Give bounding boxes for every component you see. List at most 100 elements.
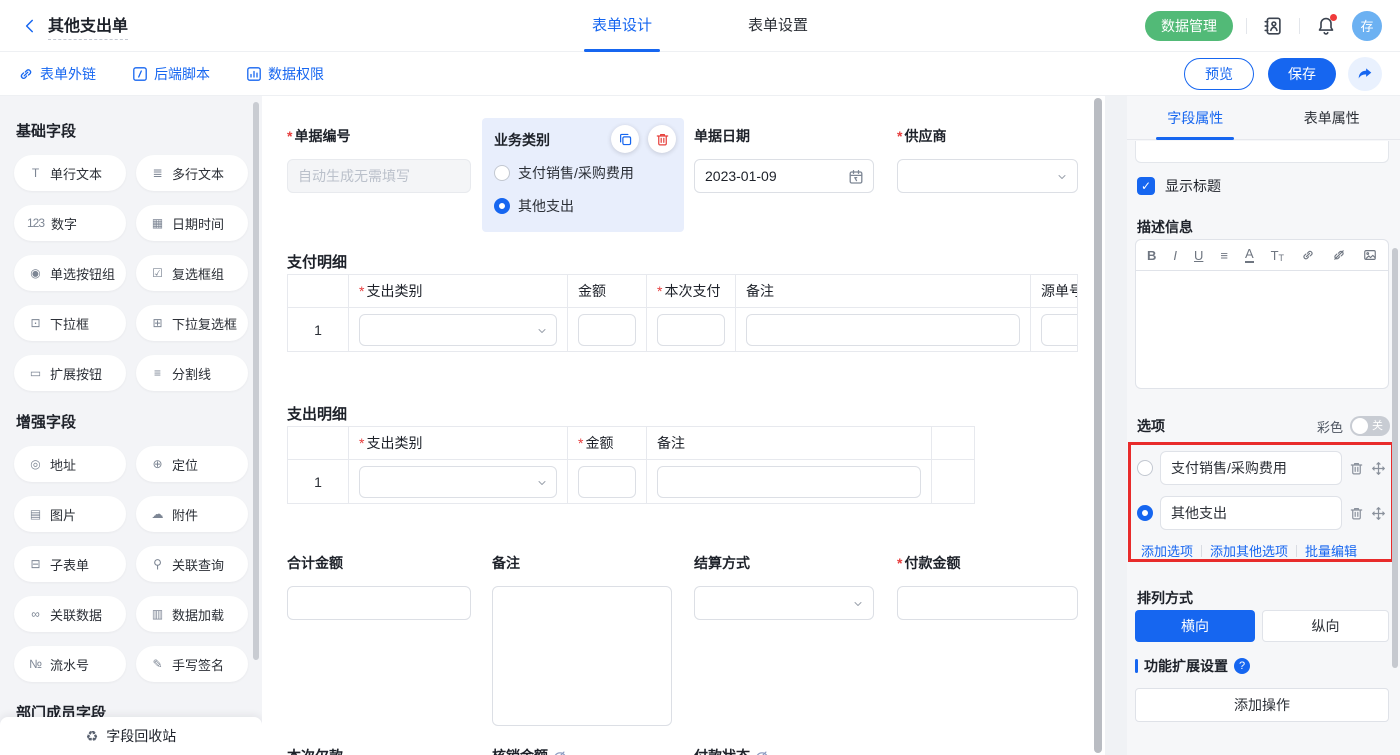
radio-unchecked-icon[interactable]	[494, 165, 510, 181]
remove-link-icon[interactable]	[1332, 248, 1346, 262]
expense-detail-table[interactable]: *支出类别 *金额 备注 1	[287, 426, 975, 504]
pay-now-input[interactable]	[657, 314, 725, 346]
delete-field-button[interactable]	[648, 125, 676, 153]
field-total-amount[interactable]: 合计金额	[287, 553, 471, 620]
field-recycle-bin-button[interactable]: ♻ 字段回收站	[0, 717, 262, 755]
font-color-icon[interactable]: A	[1245, 247, 1254, 263]
option-text-input[interactable]	[1160, 496, 1342, 530]
radio-unchecked-icon[interactable]	[1137, 460, 1153, 476]
canvas-scrollbar[interactable]	[1094, 98, 1102, 753]
field-settle-method[interactable]: 结算方式	[694, 553, 874, 620]
field-item-single-line-text[interactable]: T单行文本	[14, 155, 126, 191]
field-item-extend-button[interactable]: ▭扩展按钮	[14, 355, 126, 391]
add-action-button[interactable]: 添加操作	[1135, 688, 1389, 722]
tab-form-properties[interactable]: 表单属性	[1264, 96, 1400, 139]
pay-detail-table[interactable]: *支出类别 金额 *本次支付 备注 源单号 1	[287, 274, 1078, 352]
field-item-serial-number[interactable]: №流水号	[14, 646, 126, 682]
data-manage-button[interactable]: 数据管理	[1145, 11, 1233, 41]
backend-script-button[interactable]: 后端脚本	[132, 64, 210, 84]
user-avatar[interactable]: 存	[1352, 11, 1382, 41]
settle-method-select[interactable]	[694, 586, 874, 620]
add-option-link[interactable]: 添加选项	[1141, 541, 1193, 560]
field-item-multi-dropdown[interactable]: ⊞下拉复选框	[136, 305, 248, 341]
preview-button[interactable]: 预览	[1184, 58, 1254, 90]
field-pay-amount[interactable]: *付款金额	[897, 553, 1078, 620]
insert-link-icon[interactable]	[1301, 248, 1315, 262]
field-item-radio-group[interactable]: ◉单选按钮组	[14, 255, 126, 291]
save-button[interactable]: 保存	[1268, 58, 1336, 90]
copy-field-button[interactable]	[611, 125, 639, 153]
description-editor[interactable]: B I U ≡ A TT	[1135, 239, 1389, 389]
arrange-vertical-button[interactable]: 纵向	[1262, 610, 1389, 642]
expense-type-select[interactable]	[359, 466, 557, 498]
bold-icon[interactable]: B	[1147, 248, 1156, 263]
back-button[interactable]	[18, 14, 42, 38]
business-type-option-1[interactable]: 支付销售/采购费用	[494, 163, 672, 183]
field-remark[interactable]: 备注	[492, 553, 672, 731]
field-item-multi-line-text[interactable]: ≣多行文本	[136, 155, 248, 191]
color-toggle-switch[interactable]: 关	[1350, 416, 1390, 436]
arrange-horizontal-button[interactable]: 横向	[1135, 610, 1255, 642]
description-content-area[interactable]	[1135, 271, 1389, 389]
batch-edit-link[interactable]: 批量编辑	[1305, 541, 1357, 560]
page-title[interactable]: 其他支出单	[48, 12, 128, 40]
field-item-number[interactable]: 123数字	[14, 205, 126, 241]
share-button[interactable]	[1348, 57, 1382, 91]
external-link-button[interactable]: 表单外链	[18, 64, 96, 84]
amount-input[interactable]	[578, 314, 636, 346]
move-option-icon[interactable]	[1371, 506, 1386, 521]
delete-option-icon[interactable]	[1349, 461, 1364, 476]
field-item-data-load[interactable]: ▥数据加载	[136, 596, 248, 632]
field-item-address[interactable]: ◎地址	[14, 446, 126, 482]
field-bill-number[interactable]: *单据编号	[287, 126, 471, 193]
title-input-clipped[interactable]	[1135, 141, 1389, 163]
option-text-input[interactable]	[1160, 451, 1342, 485]
field-item-location[interactable]: ⊕定位	[136, 446, 248, 482]
address-book-icon[interactable]	[1260, 13, 1286, 39]
data-permission-button[interactable]: 数据权限	[246, 64, 324, 84]
add-other-option-link[interactable]: 添加其他选项	[1210, 541, 1288, 560]
bill-date-input[interactable]: 2023-01-09	[694, 159, 874, 193]
move-option-icon[interactable]	[1371, 461, 1386, 476]
field-item-datetime[interactable]: ▦日期时间	[136, 205, 248, 241]
remark-input[interactable]	[746, 314, 1020, 346]
checkbox-checked-icon[interactable]	[1137, 177, 1155, 195]
field-item-dropdown[interactable]: ⊡下拉框	[14, 305, 126, 341]
business-type-option-2[interactable]: 其他支出	[494, 196, 672, 216]
insert-image-icon[interactable]	[1363, 248, 1377, 262]
radio-checked-icon[interactable]	[494, 198, 510, 214]
notification-bell-icon[interactable]	[1313, 13, 1339, 39]
field-item-attachment[interactable]: ☁附件	[136, 496, 248, 532]
sidebar-scrollbar[interactable]	[253, 102, 259, 660]
font-size-icon[interactable]: TT	[1271, 248, 1284, 263]
remark-textarea[interactable]	[492, 586, 672, 726]
field-item-related-query[interactable]: ⚲关联查询	[136, 546, 248, 582]
field-item-signature[interactable]: ✎手写签名	[136, 646, 248, 682]
supplier-select[interactable]	[897, 159, 1078, 193]
field-business-type-selected[interactable]: 业务类别 支付销售/采购费用 其他支出	[482, 118, 684, 232]
field-item-image[interactable]: ▤图片	[14, 496, 126, 532]
bill-number-input[interactable]	[287, 159, 471, 193]
field-item-subform[interactable]: ⊟子表单	[14, 546, 126, 582]
tab-form-design[interactable]: 表单设计	[592, 0, 652, 52]
field-item-divider[interactable]: ≡分割线	[136, 355, 248, 391]
pay-amount-input[interactable]	[897, 586, 1078, 620]
italic-icon[interactable]: I	[1173, 248, 1177, 263]
form-design-canvas[interactable]: *单据编号 业务类别 支付销售/采购费用 其他支出 单据日期 2023-01-0…	[262, 96, 1105, 755]
underline-icon[interactable]: U	[1194, 248, 1203, 263]
field-item-checkbox-group[interactable]: ☑复选框组	[136, 255, 248, 291]
align-icon[interactable]: ≡	[1220, 248, 1228, 263]
field-supplier[interactable]: *供应商	[897, 126, 1078, 193]
field-item-related-data[interactable]: ∞关联数据	[14, 596, 126, 632]
field-bill-date[interactable]: 单据日期 2023-01-09	[694, 126, 874, 193]
tab-form-settings[interactable]: 表单设置	[748, 0, 808, 52]
remark-input[interactable]	[657, 466, 921, 498]
delete-option-icon[interactable]	[1349, 506, 1364, 521]
panel-scrollbar[interactable]	[1392, 248, 1398, 668]
total-amount-input[interactable]	[287, 586, 471, 620]
help-icon[interactable]: ?	[1234, 658, 1250, 674]
expense-type-select[interactable]	[359, 314, 557, 346]
radio-checked-icon[interactable]	[1137, 505, 1153, 521]
amount-input[interactable]	[578, 466, 636, 498]
source-no-input[interactable]	[1041, 314, 1078, 346]
